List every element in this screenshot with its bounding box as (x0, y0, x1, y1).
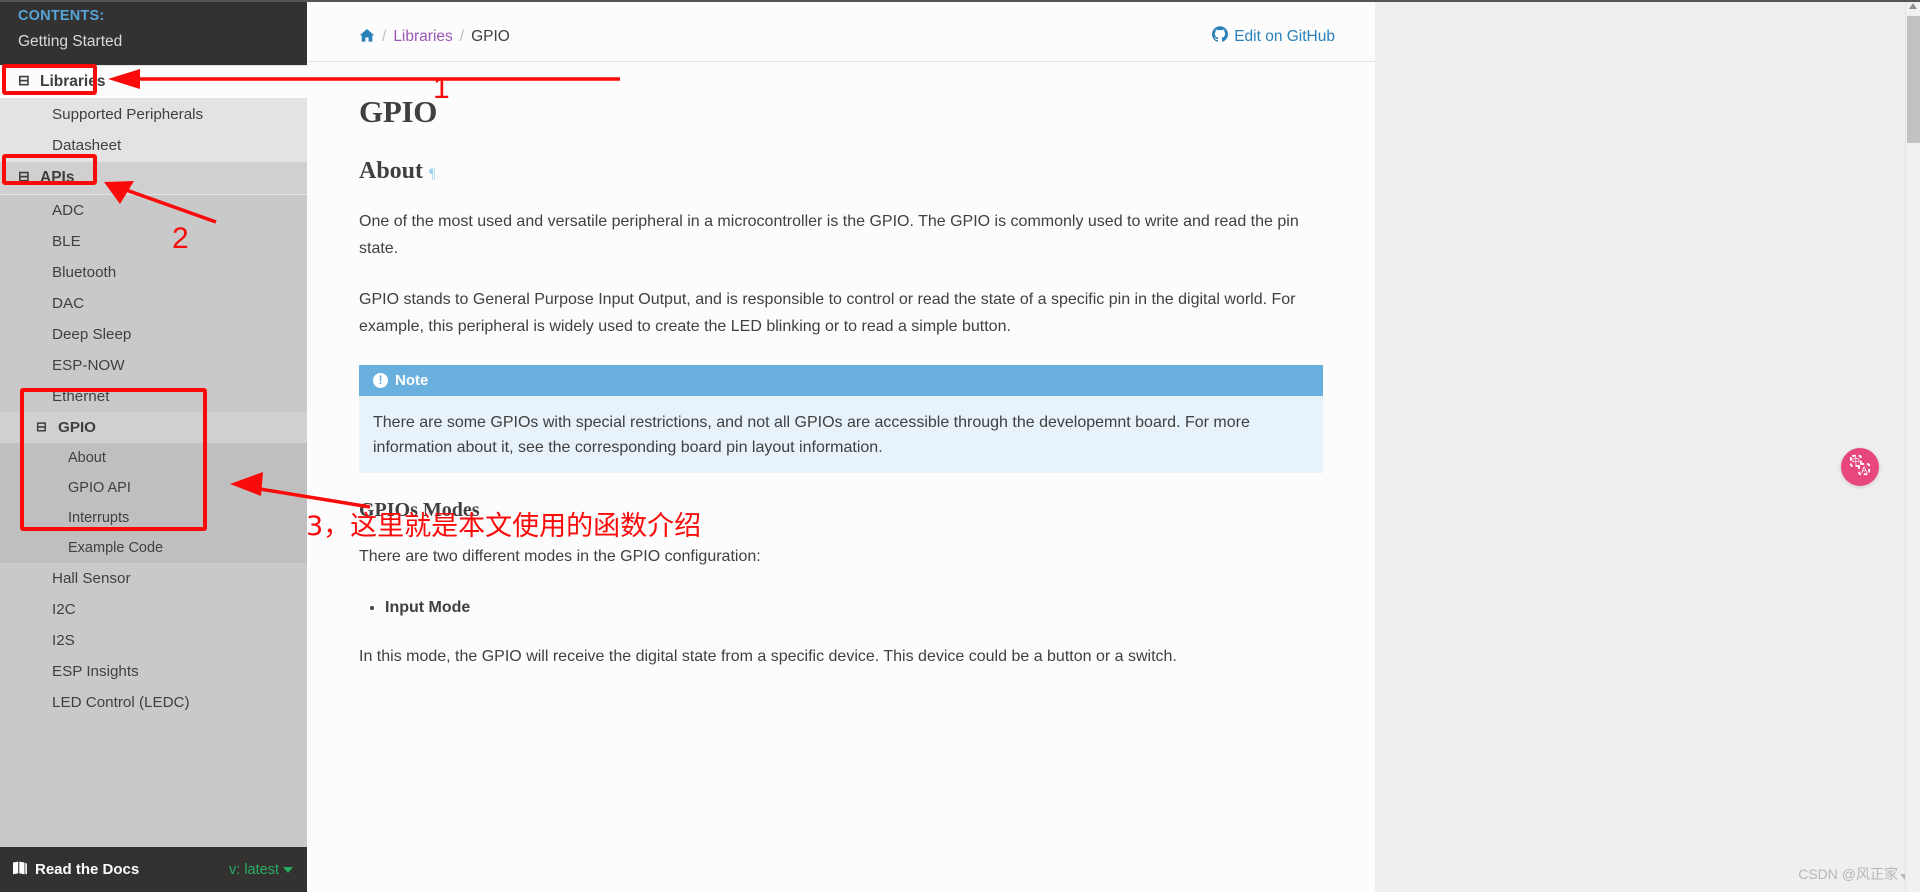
sidebar-item-supported-peripherals[interactable]: Supported Peripherals (0, 99, 307, 130)
page-root: CONTENTS: Getting Started ⊟ Libraries Sup… (0, 0, 1920, 892)
sidebar-item-label: GPIO (58, 419, 96, 436)
note-body: There are some GPIOs with special restri… (373, 413, 1250, 457)
breadcrumb-current-gpio: GPIO (471, 27, 510, 45)
sidebar-item-hall-sensor[interactable]: Hall Sensor (0, 563, 307, 594)
paragraph-modes-intro: There are two different modes in the GPI… (359, 548, 761, 566)
list-item: Input Mode (385, 595, 1323, 622)
vertical-scrollbar[interactable] (1905, 0, 1920, 892)
sidebar-item-led-control-ledc[interactable]: LED Control (LEDC) (0, 687, 307, 718)
collapse-toggle-icon[interactable]: ⊟ (36, 419, 51, 435)
paragraph-about-2: GPIO stands to General Purpose Input Out… (359, 290, 1296, 335)
window-top-border (0, 0, 1920, 2)
document-body: GPIO About ¶ One of the most used and ver… (307, 62, 1375, 671)
exclamation-circle-icon: ! (373, 372, 388, 388)
annotation-number-1: 1 (433, 72, 450, 105)
sidebar-item-bluetooth[interactable]: Bluetooth (0, 257, 307, 288)
right-gutter (1375, 0, 1905, 892)
version-label: v: latest (229, 861, 279, 878)
svg-text:中: 中 (1852, 456, 1860, 466)
sidebar-item-ble[interactable]: BLE (0, 226, 307, 257)
sidebar-item-gpio-about[interactable]: About (0, 443, 307, 473)
sidebar-item-adc[interactable]: ADC (0, 195, 307, 226)
annotation-number-2: 2 (172, 222, 189, 255)
collapse-toggle-icon[interactable]: ⊟ (18, 169, 33, 183)
contents-caption: CONTENTS: (18, 8, 105, 24)
breadcrumb-bar: / Libraries / GPIO Edit on GitHub (307, 0, 1375, 62)
scroll-up-arrow-icon[interactable] (1909, 3, 1917, 9)
sidebar-item-gpio-interrupts[interactable]: Interrupts (0, 503, 307, 533)
svg-text:A: A (1861, 464, 1868, 474)
heading-text: About (359, 158, 424, 184)
page-title: GPIO (359, 94, 438, 129)
edit-on-github-label: Edit on GitHub (1234, 27, 1335, 45)
annotation-text-3: 3，这里就是本文使用的函数介绍 (306, 511, 702, 542)
watermark: CSDN @风正家 (1798, 864, 1910, 884)
sidebar-item-esp-insights[interactable]: ESP Insights (0, 656, 307, 687)
scrollbar-thumb[interactable] (1907, 16, 1920, 143)
paragraph-input-mode: In this mode, the GPIO will receive the … (359, 648, 1177, 666)
sidebar-item-datasheet[interactable]: Datasheet (0, 130, 307, 161)
sidebar-item-esp-now[interactable]: ESP-NOW (0, 350, 307, 381)
sidebar-item-label: Libraries (40, 73, 106, 90)
book-icon (12, 861, 28, 879)
sidebar-item-apis[interactable]: ⊟ APIs (0, 161, 307, 195)
sidebar-item-label: APIs (40, 169, 75, 186)
home-icon[interactable] (359, 28, 375, 46)
collapse-toggle-icon[interactable]: ⊟ (18, 73, 33, 87)
translate-icon: 中 A (1849, 454, 1871, 481)
read-the-docs-brand[interactable]: Read the Docs (12, 861, 139, 879)
sidebar-item-getting-started[interactable]: Getting Started (0, 24, 307, 58)
chevron-down-icon (283, 866, 293, 873)
main-content: / Libraries / GPIO Edit on GitHub GPIO A… (307, 0, 1375, 892)
sidebar-item-deep-sleep[interactable]: Deep Sleep (0, 319, 307, 350)
version-selector[interactable]: v: latest (229, 862, 293, 878)
sidebar-item-ethernet[interactable]: Ethernet (0, 381, 307, 412)
note-title-label: Note (395, 371, 429, 389)
sidebar-item-dac[interactable]: DAC (0, 288, 307, 319)
modes-list: Input Mode (359, 595, 1323, 622)
sidebar-header: CONTENTS: Getting Started (0, 0, 307, 65)
sidebar-item-i2c[interactable]: I2C (0, 594, 307, 625)
sidebar-item-gpio-example-code[interactable]: Example Code (0, 533, 307, 563)
brand-label: Read the Docs (35, 861, 140, 878)
breadcrumb-link-libraries[interactable]: Libraries (393, 28, 452, 46)
github-icon (1212, 26, 1229, 47)
breadcrumb-separator-2: / (459, 27, 465, 45)
note-admonition: ! Note There are some GPIOs with special… (359, 364, 1323, 474)
note-title-bar: ! Note (359, 364, 1323, 396)
edit-on-github-link[interactable]: Edit on GitHub (1212, 26, 1335, 47)
watermark-label: CSDN @风正家 (1798, 866, 1898, 882)
headerlink-icon[interactable]: ¶ (429, 166, 436, 182)
section-heading-about: About ¶ (359, 158, 1323, 185)
sidebar-item-libraries[interactable]: ⊟ Libraries (0, 65, 307, 99)
breadcrumb: / Libraries / GPIO (359, 28, 510, 46)
translate-button[interactable]: 中 A (1841, 448, 1879, 486)
sidebar-navigation: CONTENTS: Getting Started ⊟ Libraries Sup… (0, 0, 307, 892)
sidebar-item-i2s[interactable]: I2S (0, 625, 307, 656)
sidebar-item-gpio-api[interactable]: GPIO API (0, 473, 307, 503)
breadcrumb-separator-1: / (382, 27, 387, 45)
sidebar-footer: Read the Docs v: latest (0, 847, 307, 892)
paragraph-about-1: One of the most used and versatile perip… (359, 213, 1299, 257)
sidebar-item-gpio[interactable]: ⊟ GPIO (0, 412, 307, 443)
